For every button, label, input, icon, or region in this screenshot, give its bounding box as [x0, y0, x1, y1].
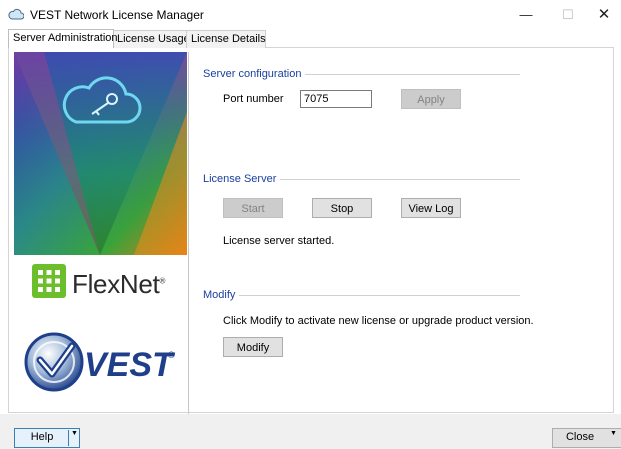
close-button-label[interactable]: Close: [560, 431, 600, 443]
flexnet-logo-text: FlexNet®: [72, 269, 166, 299]
view-log-button[interactable]: View Log: [401, 198, 461, 218]
help-dropdown-arrow-icon[interactable]: ▼: [71, 430, 78, 437]
tab-strip: Server Administration License Usage Lice…: [8, 29, 612, 48]
app-cloud-icon: [8, 8, 24, 20]
left-panel-divider: [188, 52, 189, 414]
window-title: VEST Network License Manager: [30, 8, 204, 22]
modify-divider: [237, 295, 520, 296]
vest-logo: VEST ®: [24, 332, 176, 392]
close-window-button[interactable]: ✕: [584, 0, 621, 30]
license-server-status: License server started.: [223, 235, 335, 247]
modify-button[interactable]: Modify: [223, 337, 283, 357]
modify-description: Click Modify to activate new license or …: [223, 315, 534, 327]
footer-bar: [0, 414, 621, 449]
license-server-title: License Server: [203, 173, 281, 185]
server-configuration-title: Server configuration: [203, 68, 306, 80]
port-number-input[interactable]: [300, 90, 372, 108]
product-graphic: [14, 52, 187, 255]
tab-server-administration[interactable]: Server Administration: [8, 29, 118, 48]
help-split-divider: [68, 430, 69, 446]
flexnet-grid-icon: [32, 264, 66, 298]
tab-license-usage[interactable]: License Usage: [112, 30, 190, 48]
tab-license-details[interactable]: License Details: [186, 30, 266, 48]
license-server-divider: [271, 179, 520, 180]
apply-button[interactable]: Apply: [401, 89, 461, 109]
stop-button[interactable]: Stop: [312, 198, 372, 218]
close-dropdown-arrow-icon[interactable]: ▼: [610, 430, 617, 437]
vest-logo-text: VEST: [84, 346, 176, 384]
start-button[interactable]: Start: [223, 198, 283, 218]
port-number-label: Port number: [223, 93, 284, 105]
server-configuration-divider: [292, 74, 520, 75]
modify-title: Modify: [203, 289, 240, 301]
vest-registered-mark: ®: [168, 350, 175, 360]
help-button-label[interactable]: Help: [20, 431, 64, 443]
maximize-button[interactable]: ☐: [548, 0, 588, 30]
minimize-button[interactable]: —: [506, 0, 546, 30]
